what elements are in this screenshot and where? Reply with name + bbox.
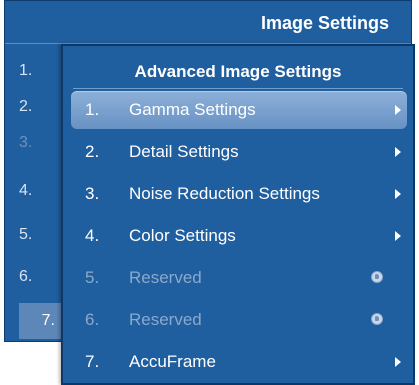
globe-icon xyxy=(371,313,383,325)
item-label: AccuFrame xyxy=(129,352,216,371)
background-menu-item-5[interactable]: 5. xyxy=(5,217,67,253)
item-number: 5. xyxy=(19,226,33,243)
item-number: 3. xyxy=(19,134,33,151)
item-label: Detail Settings xyxy=(129,142,239,161)
submenu-title: Advanced Image Settings xyxy=(134,62,342,81)
item-label: Reserved xyxy=(129,268,202,287)
menu-item-color-settings[interactable]: 4. Color Settings xyxy=(71,217,407,255)
menu-item-noise-reduction-settings[interactable]: 3. Noise Reduction Settings xyxy=(71,175,407,213)
chevron-right-icon xyxy=(395,105,401,115)
item-number: 1. xyxy=(85,100,100,119)
globe-icon xyxy=(371,271,383,283)
chevron-right-icon xyxy=(395,231,401,241)
item-number: 6. xyxy=(85,310,100,329)
chevron-right-icon xyxy=(395,147,401,157)
chevron-right-icon xyxy=(395,357,401,367)
menu-title: Image Settings xyxy=(260,13,389,33)
background-menu-item-2[interactable]: 2. xyxy=(5,89,67,125)
item-number: 1. xyxy=(19,62,33,79)
divider xyxy=(73,88,403,89)
item-number: 7. xyxy=(85,352,100,371)
item-label: Noise Reduction Settings xyxy=(129,184,320,203)
item-number: 2. xyxy=(85,142,100,161)
background-menu-item-3: 3. xyxy=(5,125,67,161)
item-number: 4. xyxy=(85,226,100,245)
item-label: Gamma Settings xyxy=(129,100,256,119)
item-number: 3. xyxy=(85,184,100,203)
item-number: 5. xyxy=(85,268,100,287)
background-menu-item-6[interactable]: 6. xyxy=(5,259,67,295)
background-menu-item-1[interactable]: 1. xyxy=(5,53,67,89)
menu-item-reserved-6: 6. Reserved xyxy=(71,301,407,339)
menu-item-gamma-settings[interactable]: 1. Gamma Settings xyxy=(71,91,407,129)
menu-item-detail-settings[interactable]: 2. Detail Settings xyxy=(71,133,407,171)
background-menu-item-7[interactable]: 7. xyxy=(19,303,67,339)
advanced-image-settings-submenu: Advanced Image Settings 1. Gamma Setting… xyxy=(61,44,415,385)
item-number: 6. xyxy=(19,268,33,285)
item-number: 2. xyxy=(19,98,33,115)
item-label: Reserved xyxy=(129,310,202,329)
chevron-right-icon xyxy=(395,189,401,199)
item-label: Color Settings xyxy=(129,226,236,245)
menu-item-reserved-5: 5. Reserved xyxy=(71,259,407,297)
item-number: 4. xyxy=(19,182,33,199)
item-number: 7. xyxy=(41,312,55,329)
menu-item-accuframe[interactable]: 7. AccuFrame xyxy=(71,343,407,381)
background-menu-item-4[interactable]: 4. xyxy=(5,173,67,209)
